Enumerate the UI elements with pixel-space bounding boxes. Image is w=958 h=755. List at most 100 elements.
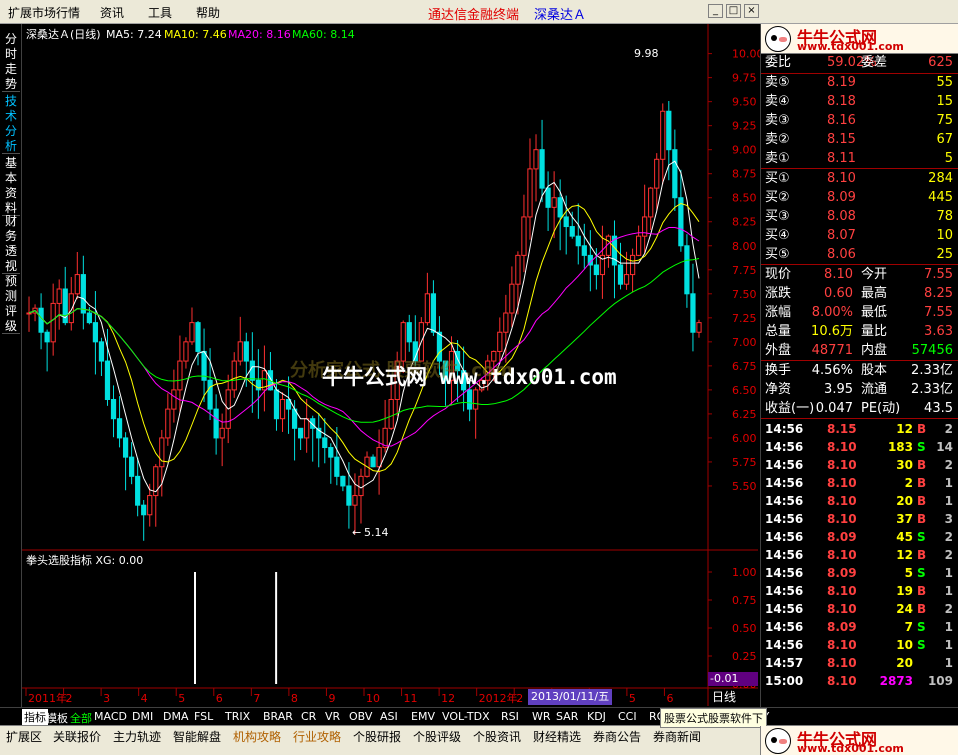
candle-body xyxy=(159,437,165,468)
indicator-tab-sar[interactable]: SAR xyxy=(556,710,578,723)
date-tick-label: 9 xyxy=(328,692,335,705)
logo-url: www.tdx001.com xyxy=(797,40,904,53)
trade-volume: 5 xyxy=(904,566,913,580)
indicator-tab-vol-tdx[interactable]: VOL-TDX xyxy=(442,710,490,723)
buy-level-label: 买③ xyxy=(765,209,790,224)
bottom-tab-11[interactable]: 券商新闻 xyxy=(653,728,701,745)
indicator-tab-asi[interactable]: ASI xyxy=(380,710,398,723)
candle-body xyxy=(171,389,177,410)
bottom-tab-4[interactable]: 机构攻略 xyxy=(233,728,281,745)
divider xyxy=(761,168,958,169)
price-tick-label: 8.25 xyxy=(732,216,757,229)
trade-time: 14:56 xyxy=(765,458,804,472)
tab-company-profile[interactable]: 基本资料 xyxy=(2,156,20,216)
fundamental-value: 2.33亿 xyxy=(911,382,953,397)
indicator-tab-brar[interactable]: BRAR xyxy=(263,710,293,723)
date-tick-label: 12 xyxy=(441,692,455,705)
trade-row: 14:56 8.10 20 B 1 xyxy=(761,492,958,510)
bottom-tab-2[interactable]: 主力轨迹 xyxy=(113,728,161,745)
menu-news[interactable]: 资讯 xyxy=(100,4,124,21)
minimize-icon[interactable]: _ xyxy=(708,4,723,18)
date-tick-label: 6 xyxy=(216,692,223,705)
tab-technical-analysis[interactable]: 技术分析 xyxy=(2,94,20,154)
divider xyxy=(761,264,958,265)
bottom-tab-6[interactable]: 个股研报 xyxy=(353,728,401,745)
candle-body xyxy=(195,322,201,352)
trade-count: 1 xyxy=(944,620,953,634)
menu-help[interactable]: 帮助 xyxy=(196,4,220,21)
bottom-tab-3[interactable]: 智能解盘 xyxy=(173,728,221,745)
candle-body xyxy=(400,322,406,362)
indicator-tab-rsi[interactable]: RSI xyxy=(501,710,519,723)
price-tick-label: 9.50 xyxy=(732,96,757,109)
trade-volume: 19 xyxy=(896,584,913,598)
candle-body xyxy=(436,331,443,362)
indicator-tab-dma[interactable]: DMA xyxy=(163,710,189,723)
bottom-tab-0[interactable]: 扩展区 xyxy=(6,728,42,745)
trade-time: 14:56 xyxy=(765,476,804,490)
bottom-tab-8[interactable]: 个股资讯 xyxy=(473,728,521,745)
trade-row: 14:56 8.10 12 B 2 xyxy=(761,546,958,564)
price-tick-label: 6.25 xyxy=(732,408,757,421)
indicator-tab-cci[interactable]: CCI xyxy=(618,710,637,723)
indicator-tab-模板[interactable]: 模板 xyxy=(46,710,68,726)
tab-forecast-rating[interactable]: 预测评级 xyxy=(2,274,20,334)
trade-row: 14:56 8.09 5 S 1 xyxy=(761,564,958,582)
restore-icon[interactable]: □ xyxy=(726,4,741,18)
trade-volume: 12 xyxy=(896,548,913,562)
bottom-tab-9[interactable]: 财经精选 xyxy=(533,728,581,745)
bottom-bar: 股票公式股票软件下 扩展区 关联报价 主力轨迹 智能解盘 机构攻略 行业攻略 个股研报 个股评… xyxy=(0,708,958,755)
menu-tools[interactable]: 工具 xyxy=(148,4,172,21)
trade-direction: B xyxy=(917,512,927,526)
trade-price: 8.15 xyxy=(827,422,857,436)
bottom-tab-1[interactable]: 关联报价 xyxy=(53,728,101,745)
candle-body xyxy=(636,235,642,256)
cow-logo-icon xyxy=(765,728,791,754)
indicator-tab-全部[interactable]: 全部 xyxy=(70,710,92,726)
bottom-tab-7[interactable]: 个股评级 xyxy=(413,728,461,745)
date-tick-label: 5 xyxy=(178,692,185,705)
indicator-tab-wr[interactable]: WR xyxy=(532,710,551,723)
tab-intraday[interactable]: 分时走势 xyxy=(2,32,20,92)
tab-financials[interactable]: 财务透视 xyxy=(2,214,20,274)
indicator-tab-dmi[interactable]: DMI xyxy=(132,710,153,723)
indicator-tab-cr[interactable]: CR xyxy=(301,710,316,723)
indicator-tab-指标[interactable]: 指标 xyxy=(22,709,48,725)
stat-value: 57456 xyxy=(911,343,953,358)
indicator-tab-fsl[interactable]: FSL xyxy=(194,710,213,723)
indicator-tab-vr[interactable]: VR xyxy=(325,710,340,723)
buy-level-label: 买② xyxy=(765,190,790,205)
price-tick-label: 7.50 xyxy=(732,288,757,301)
trade-time: 14:56 xyxy=(765,602,804,616)
sell-row: 卖① 8.11 5 xyxy=(761,150,958,168)
trade-row: 14:56 8.09 45 S 2 xyxy=(761,528,958,546)
kline-chart[interactable]: 深桑达Ａ(日线) MA5: 7.24 MA10: 7.46 MA20: 8.16… xyxy=(22,24,760,707)
indicator-tab-emv[interactable]: EMV xyxy=(411,710,435,723)
trade-time: 14:56 xyxy=(765,512,804,526)
buy-row: 买③ 8.08 78 xyxy=(761,208,958,226)
indicator-tab-obv[interactable]: OBV xyxy=(349,710,372,723)
close-icon[interactable]: × xyxy=(744,4,759,18)
ma5-label: MA5: 7.24 xyxy=(106,28,162,41)
price-tick-label: 7.25 xyxy=(732,312,757,325)
period-label[interactable]: 日线 xyxy=(712,689,736,705)
indicator-tab-kdj[interactable]: KDJ xyxy=(587,710,606,723)
candle-body xyxy=(388,398,394,429)
indicator-tab-macd[interactable]: MACD xyxy=(94,710,127,723)
candle-body xyxy=(569,226,575,237)
trade-time: 14:56 xyxy=(765,422,804,436)
stat-row: 外盘 48771 内盘 57456 xyxy=(761,342,958,360)
ma20-label: MA20: 8.16 xyxy=(228,28,291,41)
trade-row: 14:56 8.15 12 B 2 xyxy=(761,420,958,438)
candle-body xyxy=(503,312,509,333)
candle-body xyxy=(521,216,527,256)
indicator-tab-trix[interactable]: TRIX xyxy=(225,710,250,723)
stat-value: 7.55 xyxy=(924,305,953,320)
stat-row: 涨跌 0.60 最高 8.25 xyxy=(761,285,958,303)
candle-body xyxy=(352,495,358,506)
bottom-tab-5[interactable]: 行业攻略 xyxy=(293,728,341,745)
menu-extended-market[interactable]: 扩展市场行情 xyxy=(8,4,80,21)
fundamental-value: 43.5 xyxy=(924,401,953,416)
bottom-tab-10[interactable]: 券商公告 xyxy=(593,728,641,745)
low-arrow-icon: ← xyxy=(352,526,361,539)
